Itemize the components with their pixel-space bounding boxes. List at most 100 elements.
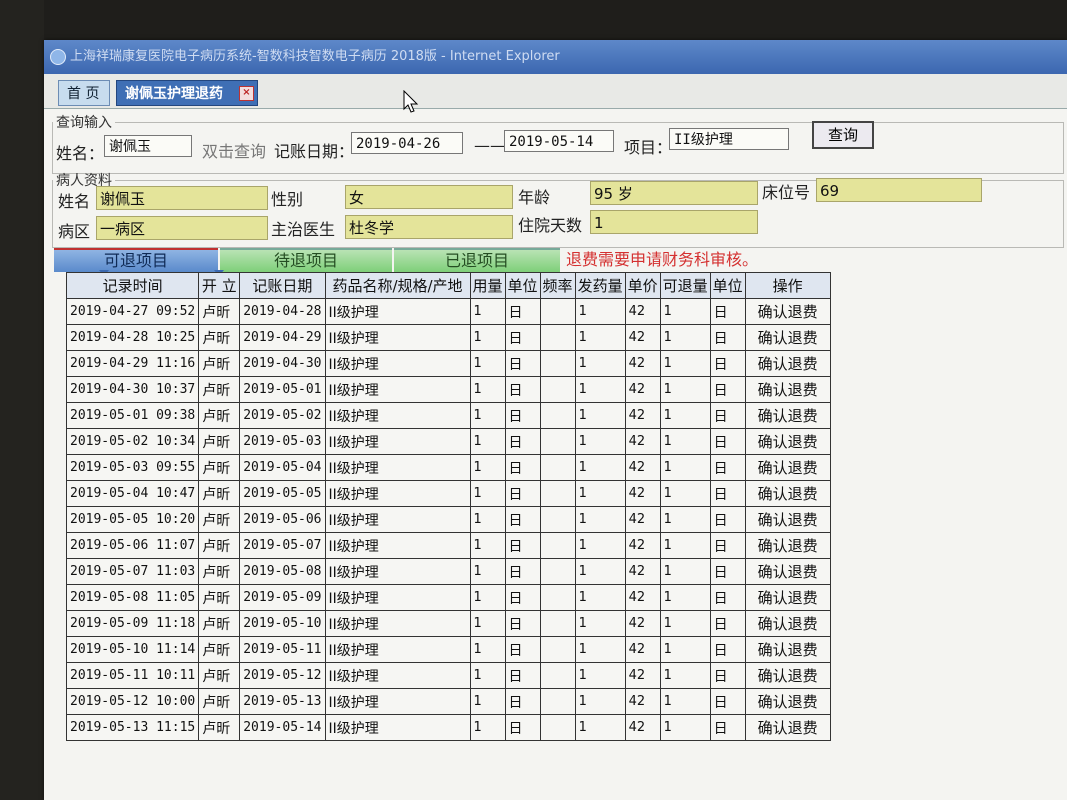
table-row[interactable]: 2019-04-29 11:16 卢昕 2019-04-30 II级护理 1 日 1 42 1 日… bbox=[65, 350, 831, 377]
cell-unit-price: 42 bbox=[624, 558, 661, 585]
col-refundable-qty[interactable]: 可退量 bbox=[659, 272, 711, 299]
col-billing-date[interactable]: 记账日期 bbox=[239, 272, 326, 299]
search-button[interactable]: 查询 bbox=[812, 121, 874, 149]
table-row[interactable]: 2019-05-11 10:11 卢昕 2019-05-12 II级护理 1 日 1 42 1 日… bbox=[65, 662, 831, 689]
cell-confirm-refund-button[interactable]: 确认退费 bbox=[744, 688, 831, 715]
cell-record-time: 2019-04-27 09:52 bbox=[65, 298, 200, 325]
table-row[interactable]: 2019-05-03 09:55 卢昕 2019-05-04 II级护理 1 日 1 42 1 日… bbox=[65, 454, 831, 481]
cell-record-time: 2019-05-01 09:38 bbox=[65, 402, 200, 429]
internet-explorer-icon bbox=[50, 49, 66, 65]
cell-unit-2: 日 bbox=[709, 298, 746, 325]
cell-confirm-refund-button[interactable]: 确认退费 bbox=[744, 324, 831, 351]
cell-unit-price: 42 bbox=[624, 454, 661, 481]
cell-refundable-qty: 1 bbox=[659, 350, 711, 377]
cell-record-time: 2019-05-06 11:07 bbox=[65, 532, 200, 559]
cell-unit: 日 bbox=[504, 298, 541, 325]
col-unit-2[interactable]: 单位 bbox=[709, 272, 746, 299]
cell-confirm-refund-button[interactable]: 确认退费 bbox=[744, 662, 831, 689]
date-to-input[interactable]: 2019-05-14 bbox=[504, 130, 614, 152]
ward-label: 病区 bbox=[58, 222, 91, 241]
col-dispense-qty[interactable]: 发药量 bbox=[574, 272, 626, 299]
cell-confirm-refund-button[interactable]: 确认退费 bbox=[744, 454, 831, 481]
cell-unit: 日 bbox=[504, 688, 541, 715]
table-row[interactable]: 2019-05-01 09:38 卢昕 2019-05-02 II级护理 1 日 1 42 1 日… bbox=[65, 402, 831, 429]
col-prescriber[interactable]: 开 立 bbox=[198, 272, 241, 299]
cell-confirm-refund-button[interactable]: 确认退费 bbox=[744, 558, 831, 585]
table-row[interactable]: 2019-04-30 10:37 卢昕 2019-05-01 II级护理 1 日 1 42 1 日… bbox=[65, 376, 831, 403]
cell-drug-name: II级护理 bbox=[324, 688, 471, 715]
cell-dispense-qty: 1 bbox=[574, 558, 626, 585]
table-row[interactable]: 2019-05-10 11:14 卢昕 2019-05-11 II级护理 1 日 1 42 1 日… bbox=[65, 636, 831, 663]
cell-unit: 日 bbox=[504, 610, 541, 637]
cell-prescriber: 卢昕 bbox=[198, 376, 241, 403]
col-drug-name[interactable]: 药品名称/规格/产地 bbox=[324, 272, 471, 299]
cell-confirm-refund-button[interactable]: 确认退费 bbox=[744, 532, 831, 559]
date-from-input[interactable]: 2019-04-26 bbox=[351, 132, 463, 154]
item-input[interactable]: II级护理 bbox=[669, 128, 789, 150]
cell-record-time: 2019-05-09 11:18 bbox=[65, 610, 200, 637]
cell-confirm-refund-button[interactable]: 确认退费 bbox=[744, 480, 831, 507]
cell-confirm-refund-button[interactable]: 确认退费 bbox=[744, 506, 831, 533]
cell-confirm-refund-button[interactable]: 确认退费 bbox=[744, 584, 831, 611]
cell-billing-date: 2019-05-01 bbox=[239, 376, 326, 403]
cell-prescriber: 卢昕 bbox=[198, 688, 241, 715]
table-row[interactable]: 2019-05-07 11:03 卢昕 2019-05-08 II级护理 1 日 1 42 1 日… bbox=[65, 558, 831, 585]
table-row[interactable]: 2019-05-13 11:15 卢昕 2019-05-14 II级护理 1 日 1 42 1 日… bbox=[65, 714, 831, 741]
cell-frequency bbox=[539, 350, 576, 377]
table-row[interactable]: 2019-05-08 11:05 卢昕 2019-05-09 II级护理 1 日 1 42 1 日… bbox=[65, 584, 831, 611]
cell-billing-date: 2019-05-11 bbox=[239, 636, 326, 663]
cell-drug-name: II级护理 bbox=[324, 558, 471, 585]
cell-dosage: 1 bbox=[469, 350, 506, 377]
cell-confirm-refund-button[interactable]: 确认退费 bbox=[744, 610, 831, 637]
col-frequency[interactable]: 频率 bbox=[539, 272, 576, 299]
close-icon[interactable]: × bbox=[239, 86, 254, 101]
title-bar: 上海祥瑞康复医院电子病历系统-智数科技智数电子病历 2018版 - Intern… bbox=[44, 40, 1067, 74]
table-row[interactable]: 2019-05-04 10:47 卢昕 2019-05-05 II级护理 1 日 1 42 1 日… bbox=[65, 480, 831, 507]
cell-confirm-refund-button[interactable]: 确认退费 bbox=[744, 714, 831, 741]
table-row[interactable]: 2019-05-05 10:20 卢昕 2019-05-06 II级护理 1 日 1 42 1 日… bbox=[65, 506, 831, 533]
item-label: 项目： bbox=[624, 138, 673, 157]
cell-confirm-refund-button[interactable]: 确认退费 bbox=[744, 376, 831, 403]
tab-refunded-items[interactable]: 已退项目 bbox=[394, 248, 560, 272]
cell-unit: 日 bbox=[504, 532, 541, 559]
table-row[interactable]: 2019-04-27 09:52 卢昕 2019-04-28 II级护理 1 日 1 42 1 日… bbox=[65, 298, 831, 325]
cell-refundable-qty: 1 bbox=[659, 714, 711, 741]
col-dosage[interactable]: 用量 bbox=[469, 272, 506, 299]
col-operation[interactable]: 操作 bbox=[744, 272, 831, 299]
table-row[interactable]: 2019-05-06 11:07 卢昕 2019-05-07 II级护理 1 日 1 42 1 日… bbox=[65, 532, 831, 559]
doctor-label: 主治医生 bbox=[271, 220, 336, 239]
cell-confirm-refund-button[interactable]: 确认退费 bbox=[744, 350, 831, 377]
cell-unit-2: 日 bbox=[709, 428, 746, 455]
cell-refundable-qty: 1 bbox=[659, 376, 711, 403]
cell-record-time: 2019-04-30 10:37 bbox=[65, 376, 200, 403]
tab-refundable-items[interactable]: 可退项目 bbox=[54, 248, 218, 272]
cell-confirm-refund-button[interactable]: 确认退费 bbox=[744, 428, 831, 455]
col-record-time[interactable]: 记录时间 bbox=[65, 272, 200, 299]
col-unit-price[interactable]: 单价 bbox=[624, 272, 661, 299]
query-name-input[interactable]: 谢佩玉 bbox=[104, 135, 192, 157]
tab-patient-refund[interactable]: 谢佩玉护理退药 × bbox=[116, 80, 258, 106]
cell-confirm-refund-button[interactable]: 确认退费 bbox=[744, 298, 831, 325]
cell-prescriber: 卢昕 bbox=[198, 402, 241, 429]
cell-confirm-refund-button[interactable]: 确认退费 bbox=[744, 636, 831, 663]
table-row[interactable]: 2019-04-28 10:25 卢昕 2019-04-29 II级护理 1 日 1 42 1 日… bbox=[65, 324, 831, 351]
cell-record-time: 2019-05-13 11:15 bbox=[65, 714, 200, 741]
tab-pending-items[interactable]: 待退项目 bbox=[220, 248, 392, 272]
cell-confirm-refund-button[interactable]: 确认退费 bbox=[744, 402, 831, 429]
table-row[interactable]: 2019-05-02 10:34 卢昕 2019-05-03 II级护理 1 日 1 42 1 日… bbox=[65, 428, 831, 455]
ward-value: 一病区 bbox=[96, 216, 268, 240]
col-unit[interactable]: 单位 bbox=[504, 272, 541, 299]
cell-prescriber: 卢昕 bbox=[198, 428, 241, 455]
cell-unit: 日 bbox=[504, 636, 541, 663]
tab-home[interactable]: 首 页 bbox=[58, 80, 110, 106]
cell-unit: 日 bbox=[504, 428, 541, 455]
cell-drug-name: II级护理 bbox=[324, 584, 471, 611]
cell-drug-name: II级护理 bbox=[324, 714, 471, 741]
table-row[interactable]: 2019-05-09 11:18 卢昕 2019-05-10 II级护理 1 日 1 42 1 日… bbox=[65, 610, 831, 637]
table-row[interactable]: 2019-05-12 10:00 卢昕 2019-05-13 II级护理 1 日 1 42 1 日… bbox=[65, 688, 831, 715]
cell-dispense-qty: 1 bbox=[574, 584, 626, 611]
cell-unit: 日 bbox=[504, 558, 541, 585]
cell-unit-2: 日 bbox=[709, 714, 746, 741]
cell-unit: 日 bbox=[504, 324, 541, 351]
cell-frequency bbox=[539, 376, 576, 403]
